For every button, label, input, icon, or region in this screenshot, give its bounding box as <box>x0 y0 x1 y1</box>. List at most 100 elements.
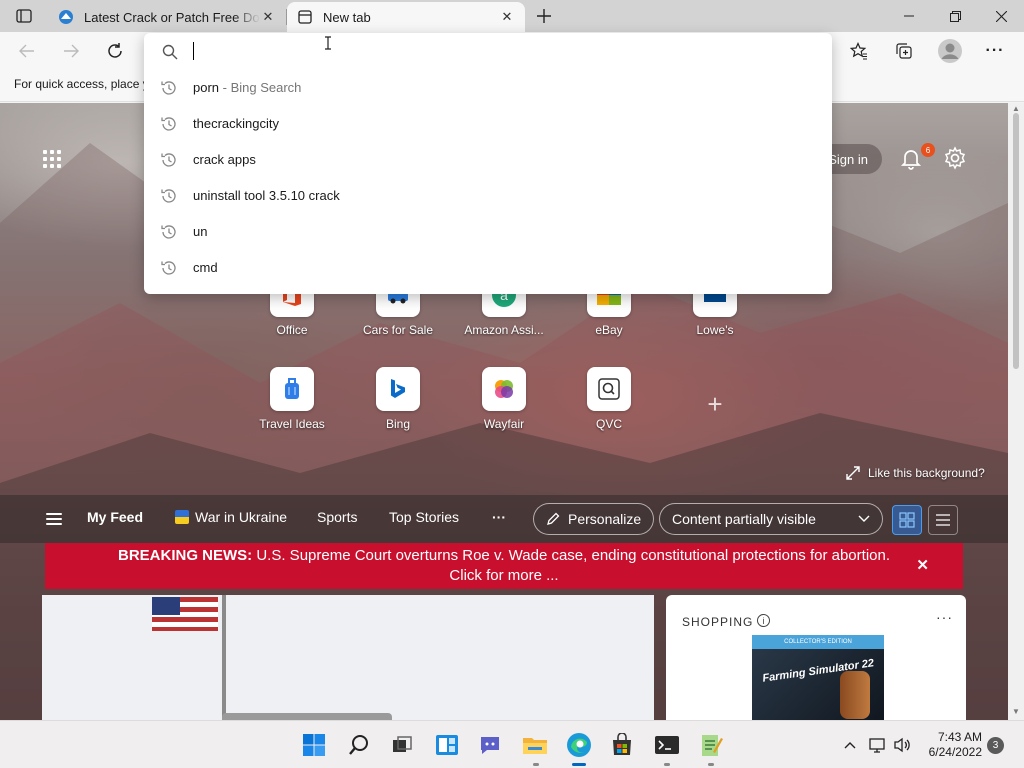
edge-button[interactable] <box>563 729 595 761</box>
notification-center-badge[interactable]: 3 <box>987 737 1004 754</box>
chevron-down-icon <box>858 515 870 522</box>
favorites-button[interactable] <box>844 36 874 66</box>
scroll-down-icon[interactable]: ▼ <box>1012 707 1020 716</box>
edge-icon <box>567 733 591 757</box>
system-clock[interactable]: 7:43 AM 6/24/2022 <box>916 730 982 760</box>
notepad-button[interactable] <box>695 729 727 761</box>
personalize-label: Personalize <box>568 511 642 527</box>
profile-button[interactable] <box>935 36 965 66</box>
quick-link-label: QVC <box>595 417 622 431</box>
back-button[interactable] <box>12 36 42 66</box>
pencil-icon <box>547 512 560 525</box>
personalize-button[interactable]: Personalize <box>533 503 655 535</box>
close-window-button[interactable] <box>978 0 1024 32</box>
search-icon <box>162 44 178 60</box>
luggage-icon <box>270 367 314 411</box>
file-explorer-button[interactable] <box>519 729 551 761</box>
windows-logo-icon <box>303 734 325 756</box>
scroll-up-icon[interactable]: ▲ <box>1012 104 1020 113</box>
feed-tab-top-stories[interactable]: Top Stories <box>389 509 459 525</box>
store-button[interactable] <box>606 729 638 761</box>
folder-icon <box>523 738 547 754</box>
task-view-button[interactable] <box>386 729 418 761</box>
collections-button[interactable] <box>889 36 919 66</box>
tab-title: Latest Crack or Patch Free Download <box>84 9 260 25</box>
address-bar-dropdown: porn - Bing Search thecrackingcity crack… <box>144 33 832 294</box>
product-image[interactable]: COLLECTOR'S EDITION Farming Simulator 22 <box>752 635 884 720</box>
content-visibility-dropdown[interactable]: Content partially visible <box>659 503 883 535</box>
grid-layout-button[interactable] <box>892 505 922 535</box>
suggestion-text: cmd <box>193 260 218 275</box>
tab-actions-button[interactable] <box>8 5 40 27</box>
forward-button[interactable] <box>56 36 86 66</box>
product-jar-image <box>840 671 870 719</box>
suggestion-item[interactable]: porn - Bing Search <box>144 70 832 106</box>
tray-overflow-button[interactable] <box>840 735 860 755</box>
more-icon: ··· <box>985 42 1005 59</box>
close-icon[interactable]: ✕ <box>916 556 929 576</box>
suggestion-item[interactable]: crack apps <box>144 142 832 178</box>
new-tab-button[interactable] <box>532 4 556 28</box>
list-layout-button[interactable] <box>928 505 958 535</box>
quick-link-qvc[interactable]: QVC <box>564 367 654 431</box>
quick-link-label: Cars for Sale <box>362 323 434 337</box>
info-icon[interactable]: i <box>757 614 770 627</box>
suggestion-item[interactable]: un <box>144 214 832 250</box>
feed-tab-war-in-ukraine[interactable]: War in Ukraine <box>175 509 287 525</box>
tab-close-icon[interactable]: ✕ <box>499 9 515 25</box>
address-input[interactable] <box>192 39 812 65</box>
quick-link-travel-ideas[interactable]: Travel Ideas <box>247 367 337 431</box>
suggestion-item[interactable]: cmd <box>144 250 832 286</box>
history-icon <box>161 225 176 239</box>
breaking-news-headline: U.S. Supreme Court overturns Roe v. Wade… <box>256 547 890 564</box>
suggestion-item[interactable]: thecrackingcity <box>144 106 832 142</box>
feed-tab-my-feed[interactable]: My Feed <box>87 509 143 525</box>
shopping-title: SHOPPING <box>682 615 754 629</box>
suggestion-item[interactable]: uninstall tool 3.5.10 crack <box>144 178 832 214</box>
settings-more-button[interactable]: ··· <box>980 36 1010 66</box>
teams-chat-button[interactable] <box>474 729 506 761</box>
bing-icon <box>376 367 420 411</box>
apps-grid-icon[interactable] <box>40 147 64 171</box>
feed-tab-sports[interactable]: Sports <box>317 509 357 525</box>
widgets-button[interactable] <box>431 729 463 761</box>
list-view-icon <box>936 514 950 526</box>
suggestion-text: crack apps <box>193 152 256 167</box>
tab-close-icon[interactable]: ✕ <box>260 9 276 25</box>
history-icon <box>161 153 176 167</box>
notifications-bell-icon[interactable] <box>899 146 923 170</box>
volume-button[interactable] <box>892 735 912 755</box>
terminal-button[interactable] <box>651 729 683 761</box>
us-flag-canton <box>152 597 180 615</box>
like-background-link[interactable]: Like this background? <box>846 466 985 480</box>
suggestion-text: porn <box>193 80 220 95</box>
feed-more-button[interactable]: ··· <box>492 509 506 525</box>
quick-link-bing[interactable]: Bing <box>353 367 443 431</box>
running-indicator <box>708 763 714 766</box>
gear-icon[interactable] <box>943 146 967 170</box>
add-quick-link-button[interactable]: + <box>700 389 730 419</box>
avatar <box>938 39 962 63</box>
shopping-card[interactable]: SHOPPING i ··· COLLECTOR'S EDITION Farmi… <box>666 595 966 720</box>
network-button[interactable] <box>868 735 888 755</box>
mouse-ibeam-cursor-icon <box>325 36 331 50</box>
news-card[interactable] <box>42 595 654 720</box>
tab-new-tab[interactable]: New tab ✕ <box>287 2 525 32</box>
minimize-button[interactable] <box>886 0 932 32</box>
search-icon <box>349 735 368 755</box>
plus-icon <box>537 9 551 23</box>
flagpole-image <box>222 595 226 720</box>
breaking-news-banner[interactable]: BREAKING NEWS: U.S. Supreme Court overtu… <box>45 543 963 589</box>
restore-button[interactable] <box>932 0 978 32</box>
start-button[interactable] <box>298 729 330 761</box>
tab-crack-site[interactable]: Latest Crack or Patch Free Download ✕ <box>48 2 286 32</box>
quick-link-wayfair[interactable]: Wayfair <box>459 367 549 431</box>
shopping-more-button[interactable]: ··· <box>936 609 953 625</box>
menu-icon[interactable] <box>46 513 62 525</box>
taskbar-search-button[interactable] <box>343 729 375 761</box>
page-scrollbar[interactable]: ▲ ▼ <box>1008 103 1024 720</box>
refresh-button[interactable] <box>100 36 130 66</box>
scroll-thumb[interactable] <box>1013 113 1019 369</box>
history-icon <box>161 261 176 275</box>
breaking-news-cta[interactable]: Click for more ... <box>45 566 963 586</box>
